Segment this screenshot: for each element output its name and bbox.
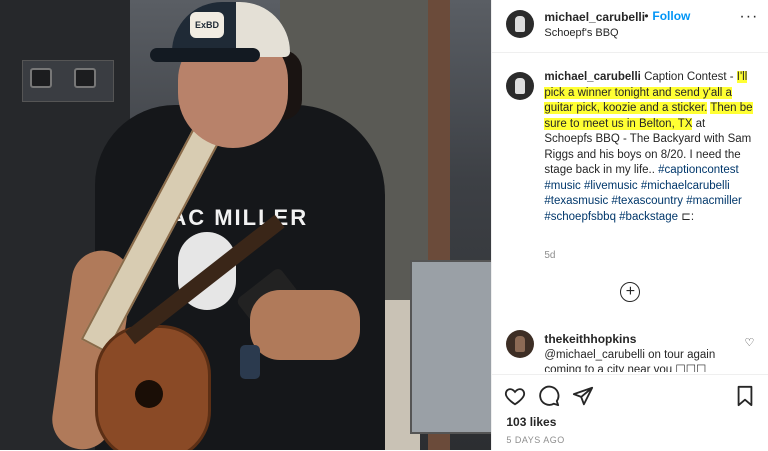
save-icon[interactable] bbox=[734, 385, 756, 407]
share-icon[interactable] bbox=[572, 385, 594, 407]
comment-item: thekeithhopkins @michael_carubelli on to… bbox=[492, 322, 768, 372]
guitar-soundhole bbox=[135, 380, 163, 408]
comment-username[interactable]: thekeithhopkins bbox=[544, 332, 636, 346]
post-header: michael_carubelli • Follow Schoepf's BBQ… bbox=[492, 0, 768, 53]
caption-trail: ⊏: bbox=[678, 210, 695, 223]
caption-text: michael_carubelli Caption Contest - I'll… bbox=[544, 70, 756, 225]
separator-dot: • bbox=[644, 9, 649, 23]
caption-avatar[interactable] bbox=[506, 72, 535, 100]
musician-right-arm bbox=[250, 290, 360, 360]
post-photo[interactable]: MAC MILLER ExBD bbox=[0, 0, 492, 450]
post-sidebar: michael_carubelli • Follow Schoepf's BBQ… bbox=[491, 0, 768, 451]
avatar[interactable] bbox=[506, 10, 535, 38]
cap-brim bbox=[150, 48, 260, 62]
audio-jack bbox=[74, 68, 96, 88]
avatar-figure bbox=[515, 78, 526, 94]
post-date: 5 DAYS AGO bbox=[506, 435, 565, 445]
more-options-icon[interactable]: ··· bbox=[739, 8, 758, 26]
caption-username[interactable]: michael_carubelli bbox=[544, 71, 641, 83]
cap-patch: ExBD bbox=[190, 12, 224, 38]
caption-time-ago: 5d bbox=[544, 250, 556, 261]
follow-button[interactable]: Follow bbox=[652, 9, 690, 23]
comment-text: @michael_carubelli on tour again coming … bbox=[544, 349, 716, 372]
load-more-comments-button[interactable]: + bbox=[620, 282, 641, 302]
caption-section: michael_carubelli Caption Contest - I'll… bbox=[492, 52, 768, 320]
action-bar: 103 likes 5 DAYS AGO bbox=[492, 374, 768, 451]
comment-icon[interactable] bbox=[538, 385, 560, 407]
wristwatch bbox=[240, 345, 260, 379]
commenter-avatar[interactable] bbox=[506, 330, 535, 358]
like-count[interactable]: 103 likes bbox=[506, 415, 556, 429]
header-username[interactable]: michael_carubelli bbox=[544, 10, 645, 24]
like-icon[interactable] bbox=[504, 385, 526, 407]
avatar-figure bbox=[515, 16, 526, 32]
caption-intro: Caption Contest - bbox=[640, 71, 737, 83]
location-link[interactable]: Schoepf's BBQ bbox=[544, 27, 618, 39]
audio-jack bbox=[30, 68, 52, 88]
comment-like-icon[interactable]: ♡ bbox=[744, 336, 754, 349]
avatar-figure bbox=[515, 336, 526, 352]
equipment-case bbox=[410, 260, 492, 434]
